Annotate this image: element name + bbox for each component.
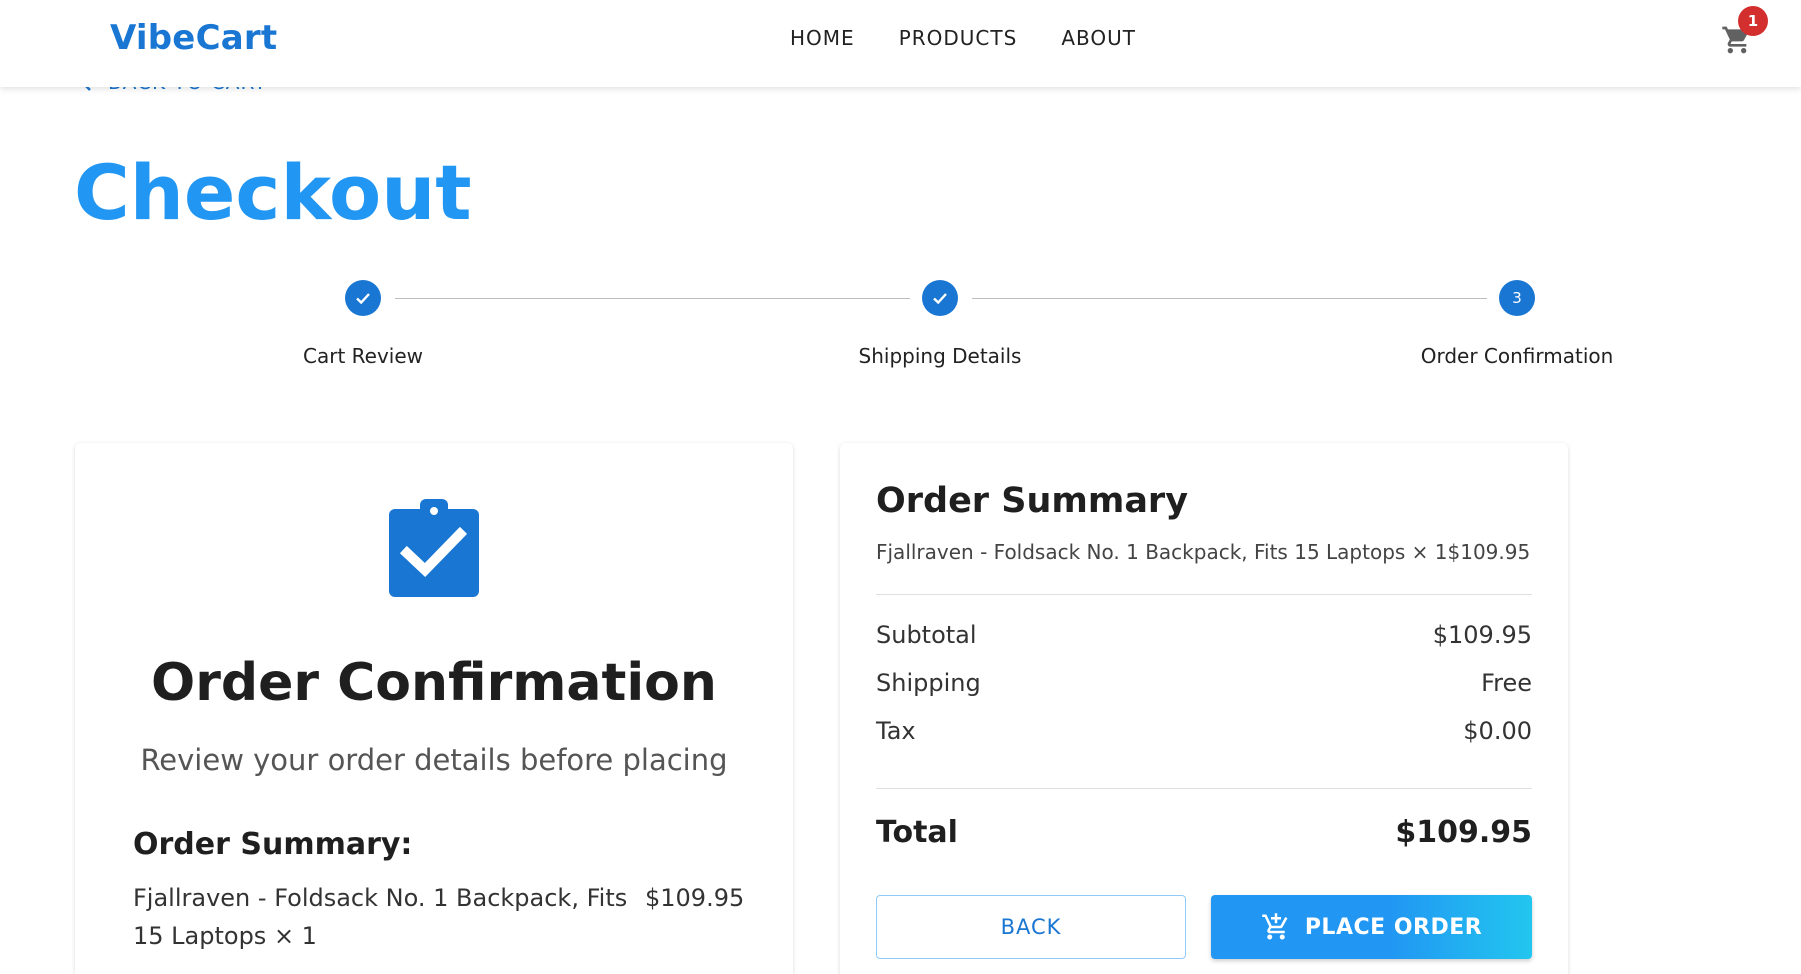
- place-order-button[interactable]: PLACE ORDER: [1211, 895, 1532, 959]
- tax-row: Tax $0.00: [876, 717, 1532, 745]
- tax-label: Tax: [876, 717, 916, 745]
- step-3-circle: 3: [1499, 280, 1535, 316]
- subtotal-row: Subtotal $109.95: [876, 621, 1532, 649]
- subtotal-label: Subtotal: [876, 621, 977, 649]
- check-icon: [933, 293, 947, 305]
- order-summary-card: Order Summary Fjallraven - Foldsack No. …: [840, 443, 1568, 974]
- summary-item-price: $109.95: [645, 884, 745, 912]
- main-nav: HOME PRODUCTS ABOUT: [790, 26, 1136, 50]
- checkout-stepper: 3 Cart Review Shipping Details Order Con…: [0, 278, 1801, 378]
- step-connector: [972, 298, 1487, 299]
- step-1-circle: [345, 280, 381, 316]
- shipping-value: Free: [1481, 669, 1532, 697]
- subtotal-value: $109.95: [1432, 621, 1532, 649]
- check-icon: [356, 293, 370, 305]
- place-order-label: PLACE ORDER: [1304, 914, 1483, 940]
- divider: [876, 788, 1532, 789]
- add-shopping-cart-icon: [1262, 913, 1288, 940]
- page-title: Checkout: [74, 148, 472, 237]
- app-header: VibeCart HOME PRODUCTS ABOUT 1: [0, 0, 1801, 87]
- order-summary-title: Order Summary: [876, 481, 1189, 521]
- brand-logo[interactable]: VibeCart: [110, 18, 277, 58]
- confirmation-subtitle: Review your order details before placing: [140, 743, 728, 777]
- step-1-label: Cart Review: [303, 344, 423, 368]
- summary-heading: Order Summary:: [133, 827, 413, 862]
- shipping-row: Shipping Free: [876, 669, 1532, 697]
- cart-count-badge: 1: [1738, 6, 1768, 36]
- nav-about-link[interactable]: ABOUT: [1061, 26, 1136, 50]
- page: VibeCart HOME PRODUCTS ABOUT 1 BACK TO C…: [0, 0, 1801, 974]
- nav-home-link[interactable]: HOME: [790, 26, 855, 50]
- step-connector: [395, 298, 910, 299]
- total-row: Total $109.95: [876, 815, 1532, 850]
- clipboard-check-icon: [387, 495, 481, 603]
- step-2-label: Shipping Details: [858, 344, 1022, 368]
- summary-item-name: Fjallraven - Foldsack No. 1 Backpack, Fi…: [133, 884, 628, 950]
- cart-button[interactable]: 1: [1716, 6, 1768, 62]
- back-button[interactable]: BACK: [876, 895, 1186, 959]
- divider: [876, 594, 1532, 595]
- order-confirmation-card: Order Confirmation Review your order det…: [75, 443, 793, 974]
- order-item-line: Fjallraven - Foldsack No. 1 Backpack, Fi…: [876, 540, 1531, 564]
- total-label: Total: [876, 815, 958, 850]
- step-2-circle: [922, 280, 958, 316]
- step-3-label: Order Confirmation: [1420, 344, 1614, 368]
- tax-value: $0.00: [1463, 717, 1532, 745]
- total-value: $109.95: [1395, 815, 1532, 850]
- shipping-label: Shipping: [876, 669, 981, 697]
- confirmation-title: Order Confirmation: [151, 653, 717, 713]
- nav-products-link[interactable]: PRODUCTS: [899, 26, 1018, 50]
